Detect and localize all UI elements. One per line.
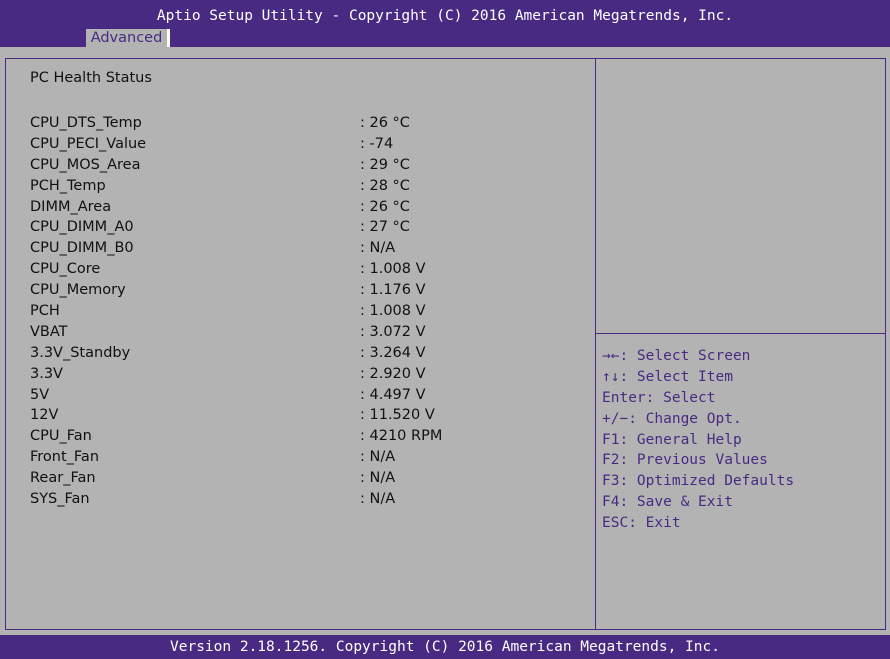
status-value: : 4210 RPM bbox=[360, 428, 443, 445]
status-label: 3.3V bbox=[30, 365, 63, 382]
footer-version: Version 2.18.1256. Copyright (C) 2016 Am… bbox=[170, 639, 720, 655]
status-label: Rear_Fan bbox=[30, 470, 96, 487]
status-value: : N/A bbox=[360, 491, 396, 508]
status-label: CPU_Fan bbox=[30, 428, 92, 445]
status-value: : 3.264 V bbox=[360, 344, 426, 361]
title-bar: Aptio Setup Utility - Copyright (C) 2016… bbox=[0, 0, 890, 47]
status-label: VBAT bbox=[30, 323, 68, 340]
status-label: CPU_DIMM_A0 bbox=[30, 219, 134, 236]
status-value: : 1.008 V bbox=[360, 303, 426, 320]
tab-advanced[interactable]: Advanced bbox=[86, 29, 170, 47]
status-value: : 3.072 V bbox=[360, 323, 426, 340]
status-row: PCH_Temp : 28 °C bbox=[30, 176, 550, 197]
status-value: : N/A bbox=[360, 240, 396, 257]
status-row: CPU_DIMM_A0 : 27 °C bbox=[30, 217, 550, 238]
status-value: : N/A bbox=[360, 470, 396, 487]
status-value: : 26 °C bbox=[360, 198, 410, 215]
status-label: CPU_MOS_Area bbox=[30, 156, 141, 173]
status-label: PCH bbox=[30, 303, 60, 320]
status-row: 5V : 4.497 V bbox=[30, 385, 550, 406]
status-row: 3.3V : 2.920 V bbox=[30, 364, 550, 385]
status-value: : N/A bbox=[360, 449, 396, 466]
status-label: 5V bbox=[30, 386, 50, 403]
help-item-select-item: ↑↓: Select Item bbox=[602, 368, 733, 385]
status-row: 12V : 11.520 V bbox=[30, 405, 550, 426]
status-label: CPU_DIMM_B0 bbox=[30, 240, 134, 257]
status-label: CPU_Core bbox=[30, 261, 101, 278]
status-value: : 4.497 V bbox=[360, 386, 426, 403]
help-item-change-opt: +/−: Change Opt. bbox=[602, 410, 742, 427]
status-row: CPU_DIMM_B0 : N/A bbox=[30, 238, 550, 259]
panel-divider-vertical bbox=[595, 58, 596, 630]
help-item-esc-exit: ESC: Exit bbox=[602, 515, 681, 532]
status-label: SYS_Fan bbox=[30, 491, 90, 508]
status-row: DIMM_Area : 26 °C bbox=[30, 197, 550, 218]
status-value: : -74 bbox=[360, 135, 394, 152]
status-value: : 28 °C bbox=[360, 177, 410, 194]
status-value: : 29 °C bbox=[360, 156, 410, 173]
help-item-select-screen: →←: Select Screen bbox=[602, 348, 751, 364]
help-divider bbox=[596, 333, 886, 334]
status-row: Rear_Fan : N/A bbox=[30, 468, 550, 489]
status-row: 3.3V_Standby : 3.264 V bbox=[30, 343, 550, 364]
help-item-optimized-defaults: F3: Optimized Defaults bbox=[602, 473, 795, 490]
status-value: : 2.920 V bbox=[360, 365, 426, 382]
status-label: CPU_Memory bbox=[30, 282, 126, 299]
help-item-save-exit: F4: Save & Exit bbox=[602, 494, 733, 511]
status-label: 12V bbox=[30, 407, 59, 424]
status-row: Front_Fan : N/A bbox=[30, 447, 550, 468]
status-value: : 1.176 V bbox=[360, 282, 426, 299]
status-label: CPU_DTS_Temp bbox=[30, 115, 142, 131]
help-key-list: →←: Select Screen ↑↓: Select Item Enter:… bbox=[602, 346, 794, 534]
status-row: CPU_PECI_Value : -74 bbox=[30, 134, 550, 155]
status-label: PCH_Temp bbox=[30, 177, 106, 194]
app-title: Aptio Setup Utility - Copyright (C) 2016… bbox=[156, 8, 734, 24]
help-item-enter: Enter: Select bbox=[602, 389, 716, 406]
status-label: CPU_PECI_Value bbox=[30, 135, 147, 152]
health-status-list: CPU_DTS_Temp: 26 °C CPU_PECI_Value: -74 … bbox=[30, 113, 550, 510]
status-row: VBAT : 3.072 V bbox=[30, 322, 550, 343]
status-row: CPU_DTS_Temp : 26 °C bbox=[30, 113, 550, 134]
status-row: SYS_Fan : N/A bbox=[30, 489, 550, 510]
status-row: PCH : 1.008 V bbox=[30, 301, 550, 322]
status-label: 3.3V_Standby bbox=[30, 344, 131, 361]
status-row: CPU_Fan : 4210 RPM bbox=[30, 426, 550, 447]
help-item-previous-values: F2: Previous Values bbox=[602, 452, 768, 469]
status-label: DIMM_Area bbox=[30, 198, 112, 215]
status-row: CPU_Core : 1.008 V bbox=[30, 259, 550, 280]
help-item-general-help: F1: General Help bbox=[602, 431, 742, 448]
status-value: : 1.008 V bbox=[360, 261, 426, 278]
status-value: : 11.520 V bbox=[360, 407, 435, 424]
status-value: : 27 °C bbox=[360, 219, 410, 236]
status-row: CPU_Memory : 1.176 V bbox=[30, 280, 550, 301]
status-row: CPU_MOS_Area : 29 °C bbox=[30, 155, 550, 176]
status-label: Front_Fan bbox=[30, 449, 100, 466]
section-title: PC Health Status bbox=[30, 70, 152, 86]
status-value: : 26 °C bbox=[360, 115, 410, 131]
footer-bar: Version 2.18.1256. Copyright (C) 2016 Am… bbox=[0, 635, 890, 659]
